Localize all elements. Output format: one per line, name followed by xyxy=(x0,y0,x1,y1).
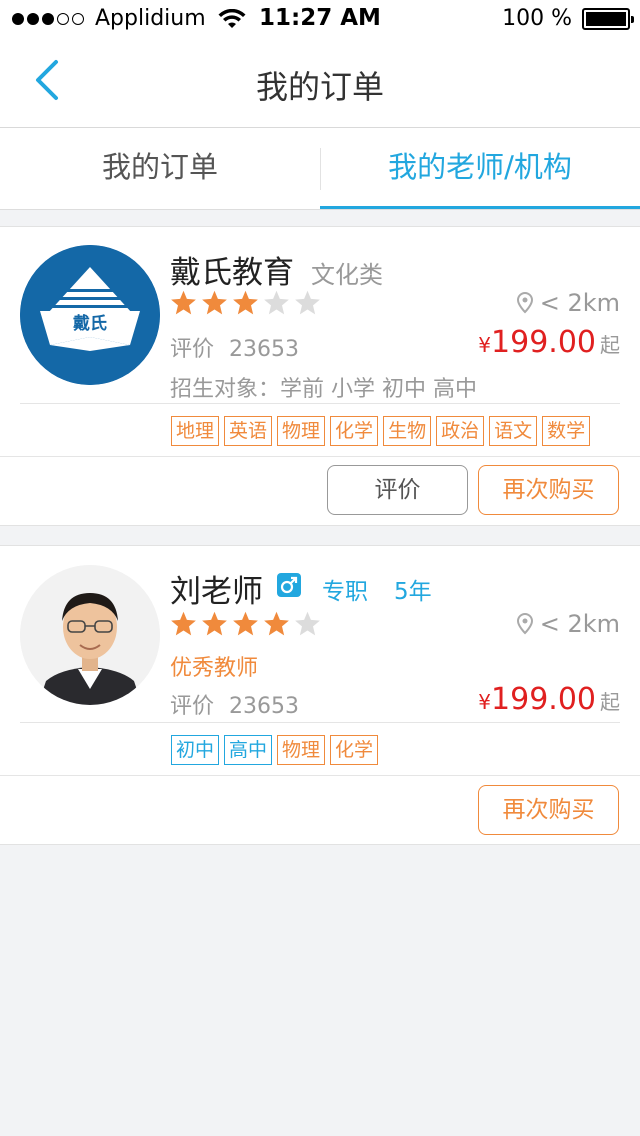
star-rating xyxy=(170,610,325,637)
rating-label: 评价 xyxy=(170,337,215,362)
distance-info: < 2km xyxy=(516,610,620,638)
battery-icon xyxy=(582,7,634,30)
star-filled-icon xyxy=(264,611,289,636)
star-filled-icon xyxy=(202,290,227,315)
distance-value: < 2km xyxy=(539,610,620,638)
star-empty-icon xyxy=(295,290,320,315)
enrollment-targets: 招生对象：学前 小学 初中 高中 xyxy=(170,377,477,402)
employment-type: 专职 xyxy=(322,579,368,605)
rating-count: 评价 23653 xyxy=(170,331,299,363)
star-filled-icon xyxy=(171,611,196,636)
rating-count: 评价 23653 xyxy=(170,688,299,720)
teacher-name: 刘老师 xyxy=(170,574,263,610)
rate-button[interactable]: 评价 xyxy=(327,465,468,515)
subject-tags: 地理 英语 物理 化学 生物 政治 语文 数学 xyxy=(171,416,595,446)
divider xyxy=(0,456,640,457)
institution-logo: 戴氏 xyxy=(20,245,160,385)
honor-label: 优秀教师 xyxy=(170,656,259,681)
distance-info: < 2km xyxy=(516,289,620,317)
price: ¥ 199.00 起 xyxy=(478,682,620,717)
battery-percent: 100 % xyxy=(502,6,572,31)
buy-again-button[interactable]: 再次购买 xyxy=(478,465,619,515)
navigation-bar: 我的订单 xyxy=(0,40,640,128)
star-empty-icon xyxy=(295,611,320,636)
male-icon xyxy=(277,573,301,597)
page-title: 我的订单 xyxy=(255,68,384,106)
buy-again-button[interactable]: 再次购买 xyxy=(478,785,619,835)
category-label: 文化类 xyxy=(311,261,383,289)
daishi-logo-icon: 戴氏 xyxy=(20,245,160,385)
subject-tag: 化学 xyxy=(330,416,379,446)
rating-number: 23653 xyxy=(229,694,300,719)
order-card-institution[interactable]: 戴氏 戴氏教育 文化类 < 2km 评价 23653 ¥ 199.00 起 招生… xyxy=(0,226,640,526)
subject-tag: 初中 xyxy=(171,735,220,765)
status-bar: Applidium 11:27 AM 100 % xyxy=(0,0,640,40)
subject-tag: 物理 xyxy=(277,735,326,765)
rating-number: 23653 xyxy=(229,337,300,362)
star-empty-icon xyxy=(264,290,289,315)
order-card-teacher[interactable]: 刘老师 专职 5年 < 2km 优秀教师 评价 23653 ¥ 199.00 起… xyxy=(0,545,640,845)
star-filled-icon xyxy=(202,611,227,636)
distance-value: < 2km xyxy=(539,289,620,317)
subject-tag: 生物 xyxy=(383,416,432,446)
subject-tag: 数学 xyxy=(542,416,591,446)
location-pin-icon xyxy=(516,292,533,314)
rating-label: 评价 xyxy=(170,694,215,719)
tab-my-teachers[interactable]: 我的老师/机构 xyxy=(320,128,640,210)
price-suffix: 起 xyxy=(600,333,620,357)
price: ¥ 199.00 起 xyxy=(478,325,620,360)
subject-tag: 高中 xyxy=(224,735,273,765)
teacher-avatar xyxy=(20,565,160,705)
star-filled-icon xyxy=(171,290,196,315)
subject-tag: 地理 xyxy=(171,416,220,446)
teacher-photo xyxy=(20,565,160,705)
battery-status: 100 % xyxy=(502,6,634,31)
subject-tag: 物理 xyxy=(277,416,326,446)
active-tab-indicator xyxy=(320,206,640,209)
tab-my-orders[interactable]: 我的订单 xyxy=(0,128,320,210)
currency-symbol: ¥ xyxy=(478,690,492,714)
currency-symbol: ¥ xyxy=(478,333,492,357)
price-suffix: 起 xyxy=(600,690,620,714)
star-filled-icon xyxy=(233,611,258,636)
divider xyxy=(20,722,620,723)
subject-tag: 英语 xyxy=(224,416,273,446)
institution-name: 戴氏教育 xyxy=(170,255,294,291)
divider xyxy=(20,403,620,404)
subject-tag: 化学 xyxy=(330,735,379,765)
logo-lettering: 戴氏 xyxy=(73,313,107,334)
location-pin-icon xyxy=(516,613,533,635)
teaching-years: 5年 xyxy=(394,579,432,605)
subject-tag: 语文 xyxy=(489,416,538,446)
subject-tag: 政治 xyxy=(436,416,485,446)
star-rating xyxy=(170,289,325,316)
price-amount: 199.00 xyxy=(491,682,596,717)
price-amount: 199.00 xyxy=(491,325,596,360)
divider xyxy=(0,775,640,776)
star-filled-icon xyxy=(233,290,258,315)
segment-tabs: 我的订单 我的老师/机构 xyxy=(0,128,640,210)
subject-tags: 初中 高中 物理 化学 xyxy=(171,735,383,765)
